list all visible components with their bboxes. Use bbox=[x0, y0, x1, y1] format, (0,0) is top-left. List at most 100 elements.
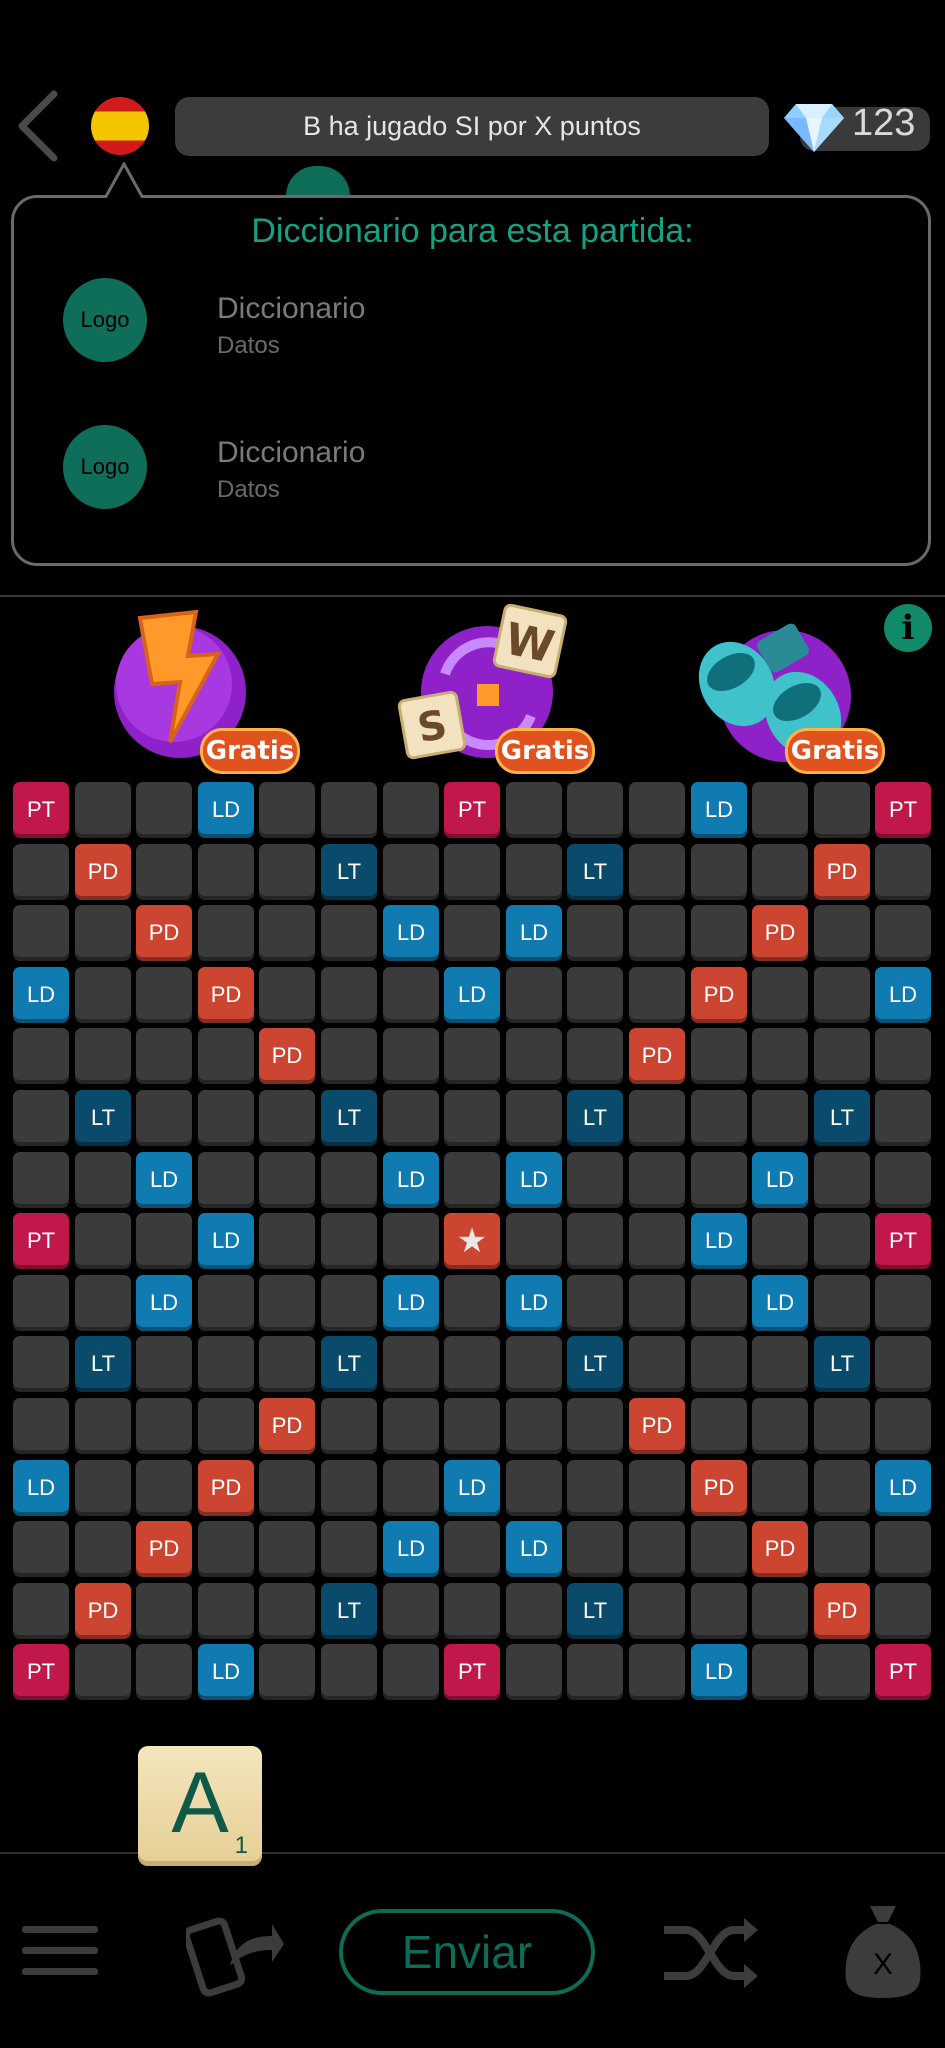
board-cell-ld[interactable]: LD bbox=[383, 905, 439, 961]
board-cell[interactable] bbox=[259, 1583, 315, 1639]
board-cell[interactable] bbox=[75, 1521, 131, 1577]
board-cell[interactable] bbox=[875, 1398, 931, 1454]
board-cell[interactable] bbox=[321, 1213, 377, 1269]
board-cell[interactable] bbox=[321, 1460, 377, 1516]
board-cell-ld[interactable]: LD bbox=[752, 1152, 808, 1208]
hamburger-menu-icon[interactable] bbox=[22, 1926, 98, 1982]
board-cell[interactable] bbox=[752, 1398, 808, 1454]
board-cell[interactable] bbox=[383, 1398, 439, 1454]
board-cell[interactable] bbox=[752, 1090, 808, 1146]
board-cell[interactable] bbox=[567, 1460, 623, 1516]
send-button[interactable]: Enviar bbox=[339, 1909, 595, 1995]
board-cell[interactable] bbox=[752, 782, 808, 838]
board-cell[interactable] bbox=[13, 1090, 69, 1146]
board-cell[interactable] bbox=[567, 1275, 623, 1331]
board-cell[interactable] bbox=[13, 1028, 69, 1084]
board-cell[interactable] bbox=[259, 1213, 315, 1269]
board-cell[interactable] bbox=[136, 1028, 192, 1084]
board-cell-ld[interactable]: LD bbox=[875, 967, 931, 1023]
board-cell[interactable] bbox=[567, 1152, 623, 1208]
swap-letters-powerup-button[interactable]: W S Gratis bbox=[395, 604, 595, 774]
board-cell[interactable] bbox=[383, 1028, 439, 1084]
board-cell[interactable] bbox=[506, 1644, 562, 1700]
board-cell[interactable] bbox=[567, 905, 623, 961]
board-cell-ld[interactable]: LD bbox=[691, 1644, 747, 1700]
board-cell-ld[interactable]: LD bbox=[136, 1275, 192, 1331]
board-cell[interactable] bbox=[198, 1090, 254, 1146]
board-cell[interactable] bbox=[814, 1521, 870, 1577]
board-cell[interactable] bbox=[259, 1090, 315, 1146]
board-cell[interactable] bbox=[259, 967, 315, 1023]
board-cell[interactable] bbox=[444, 1398, 500, 1454]
dictionary-name[interactable]: Diccionario bbox=[217, 292, 365, 326]
board-cell-ld[interactable]: LD bbox=[691, 1213, 747, 1269]
board-cell[interactable] bbox=[383, 1460, 439, 1516]
board-cell-pd[interactable]: PD bbox=[629, 1028, 685, 1084]
board-cell[interactable] bbox=[444, 844, 500, 900]
board-cell-pd[interactable]: PD bbox=[259, 1398, 315, 1454]
board-cell[interactable] bbox=[875, 1336, 931, 1392]
board-cell[interactable] bbox=[629, 1521, 685, 1577]
board-cell[interactable] bbox=[444, 1521, 500, 1577]
board-cell[interactable] bbox=[259, 1336, 315, 1392]
board-cell[interactable] bbox=[814, 1460, 870, 1516]
board-cell-pt[interactable]: PT bbox=[13, 1644, 69, 1700]
board-cell[interactable] bbox=[321, 1028, 377, 1084]
board-cell[interactable] bbox=[814, 1028, 870, 1084]
board-cell-ld[interactable]: LD bbox=[506, 1275, 562, 1331]
board-cell[interactable] bbox=[383, 1583, 439, 1639]
board-cell[interactable] bbox=[259, 905, 315, 961]
board-cell[interactable] bbox=[752, 1583, 808, 1639]
board-cell-ld[interactable]: LD bbox=[198, 1644, 254, 1700]
board-cell[interactable] bbox=[752, 1460, 808, 1516]
board-cell[interactable] bbox=[814, 905, 870, 961]
board-cell[interactable] bbox=[814, 967, 870, 1023]
board-cell[interactable] bbox=[259, 1275, 315, 1331]
board-cell-lt[interactable]: LT bbox=[321, 1336, 377, 1392]
board-cell-ld[interactable]: LD bbox=[444, 1460, 500, 1516]
board-cell[interactable] bbox=[629, 1336, 685, 1392]
board-cell[interactable] bbox=[506, 1460, 562, 1516]
board-cell[interactable] bbox=[321, 905, 377, 961]
board-cell-lt[interactable]: LT bbox=[321, 1583, 377, 1639]
board-cell-pd[interactable]: PD bbox=[259, 1028, 315, 1084]
board-cell-pt[interactable]: PT bbox=[875, 782, 931, 838]
board-cell-pd[interactable]: PD bbox=[136, 1521, 192, 1577]
board-cell-lt[interactable]: LT bbox=[567, 1583, 623, 1639]
board-cell[interactable] bbox=[321, 782, 377, 838]
board-cell[interactable] bbox=[506, 967, 562, 1023]
board-cell[interactable] bbox=[136, 1644, 192, 1700]
board-cell-ld[interactable]: LD bbox=[136, 1152, 192, 1208]
board-cell[interactable] bbox=[13, 1336, 69, 1392]
board-cell[interactable] bbox=[136, 967, 192, 1023]
board-cell[interactable] bbox=[875, 1152, 931, 1208]
board-cell[interactable] bbox=[444, 1275, 500, 1331]
board-cell-ld[interactable]: LD bbox=[13, 967, 69, 1023]
board-cell-pt[interactable]: PT bbox=[444, 782, 500, 838]
board-cell-ld[interactable]: LD bbox=[444, 967, 500, 1023]
board-cell[interactable] bbox=[691, 1090, 747, 1146]
board-cell[interactable] bbox=[691, 1583, 747, 1639]
board-cell[interactable] bbox=[875, 1090, 931, 1146]
board-cell[interactable] bbox=[13, 1583, 69, 1639]
board-cell[interactable] bbox=[383, 1090, 439, 1146]
lightning-powerup-button[interactable]: Gratis bbox=[100, 604, 300, 774]
board-cell-pt[interactable]: PT bbox=[875, 1213, 931, 1269]
board-cell[interactable] bbox=[383, 967, 439, 1023]
board-cell[interactable] bbox=[875, 1583, 931, 1639]
board-cell[interactable] bbox=[506, 1090, 562, 1146]
board-cell[interactable] bbox=[321, 1644, 377, 1700]
board-cell-pd[interactable]: PD bbox=[75, 1583, 131, 1639]
board-cell[interactable] bbox=[75, 1398, 131, 1454]
board-cell[interactable] bbox=[814, 1644, 870, 1700]
board-cell[interactable] bbox=[75, 967, 131, 1023]
board-cell[interactable] bbox=[444, 1583, 500, 1639]
board-cell[interactable] bbox=[629, 1090, 685, 1146]
board-cell-star-icon[interactable]: ★ bbox=[444, 1213, 500, 1269]
board-cell[interactable] bbox=[259, 1644, 315, 1700]
board-cell[interactable] bbox=[691, 1152, 747, 1208]
board-cell[interactable] bbox=[875, 905, 931, 961]
board-cell-ld[interactable]: LD bbox=[383, 1521, 439, 1577]
board-cell[interactable] bbox=[752, 1213, 808, 1269]
board-cell[interactable] bbox=[136, 782, 192, 838]
